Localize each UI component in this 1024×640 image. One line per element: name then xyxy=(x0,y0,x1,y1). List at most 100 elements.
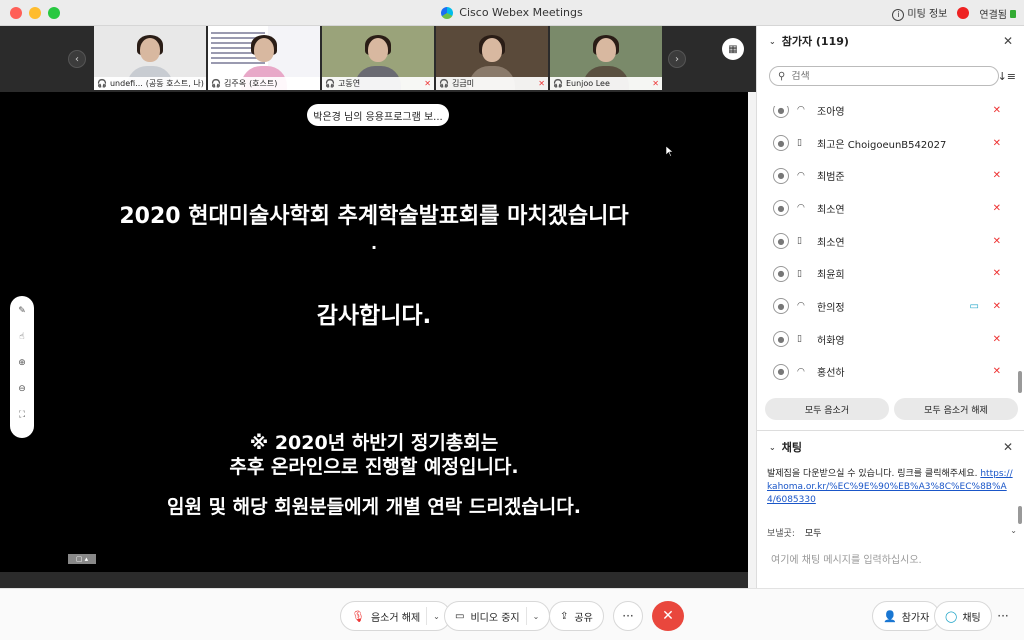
participant-scrollbar[interactable] xyxy=(1018,371,1022,393)
chat-header[interactable]: ⌄ 채팅 ✕ xyxy=(757,432,1024,462)
close-participants-button[interactable]: ✕ xyxy=(1003,34,1013,48)
mic-muted-icon[interactable]: ✕ xyxy=(993,366,1001,377)
video-thumbnail[interactable]: 🎧 고동연 ✕ xyxy=(322,26,434,90)
video-thumbnail[interactable]: 🎧 Eunjoo Lee ✕ xyxy=(550,26,662,90)
info-icon: i xyxy=(892,8,905,21)
chat-input[interactable]: 여기에 채팅 메시지를 입력하십시오. xyxy=(771,551,922,566)
minimize-window-button[interactable] xyxy=(29,6,41,19)
chevron-down-icon: ⌄ xyxy=(1010,526,1017,535)
stage-gutter xyxy=(748,92,756,588)
video-thumbnail-strip: ‹ 🎧undefi...(공동 호스트, 나)✕🎧김주옥(호스트)🎧고동연✕🎧김… xyxy=(0,26,756,92)
participants-button[interactable]: 👤 참가자 xyxy=(872,601,941,631)
mic-muted-icon: ✕ xyxy=(424,79,431,88)
meeting-info-button[interactable]: i 미팅 정보 xyxy=(892,5,947,21)
close-window-button[interactable] xyxy=(10,6,22,19)
stop-video-button[interactable]: ▭ 비디오 중지 ⌄ xyxy=(444,601,551,631)
chevron-down-icon[interactable]: ⌄ xyxy=(426,607,440,625)
participants-header[interactable]: ⌄ 참가자 (119) ✕ xyxy=(757,26,1024,56)
strip-prev-button[interactable]: ‹ xyxy=(68,50,86,68)
avatar-icon: ● xyxy=(773,363,789,380)
fit-screen-icon[interactable]: ⛶ xyxy=(15,408,29,422)
recording-icon[interactable] xyxy=(957,7,970,19)
participant-name: 최윤희 xyxy=(817,270,845,282)
avatar-icon: ● xyxy=(773,200,789,217)
headset-icon: 🎧 xyxy=(553,79,563,88)
collapse-chat-icon[interactable]: ⌄ xyxy=(769,443,776,452)
participant-row[interactable]: ● ▯ 허화영 ✕ xyxy=(757,323,1019,356)
participant-name: 조아영 xyxy=(817,106,845,118)
mic-muted-icon: ✕ xyxy=(652,79,659,88)
zoom-in-icon[interactable]: ⊕ xyxy=(15,356,29,370)
participant-row[interactable]: ● ▯ 최고은 ChoigoeunB542027 ✕ xyxy=(757,127,1019,160)
slide-indicator[interactable]: ▢ ▴ xyxy=(68,554,96,564)
video-thumbnail[interactable]: 🎧undefi...(공동 호스트, 나)✕ xyxy=(94,26,206,90)
thumbnail-label: 🎧 고동연 ✕ xyxy=(322,77,434,90)
person-face xyxy=(596,38,616,62)
mic-muted-icon[interactable]: ✕ xyxy=(993,138,1001,149)
close-chat-button[interactable]: ✕ xyxy=(1003,440,1013,454)
slide-note-1: ※ 2020년 하반기 정기총회는 xyxy=(249,432,499,454)
annotate-pen-icon[interactable]: ✎ xyxy=(15,304,29,318)
mic-muted-icon[interactable]: ✕ xyxy=(993,268,1001,279)
more-right-button[interactable]: ··· xyxy=(988,601,1018,631)
headset-icon: 🎧 xyxy=(97,79,107,88)
pointer-icon[interactable]: ☝ xyxy=(15,330,29,344)
mic-muted-icon: 🎙 xyxy=(351,609,365,623)
window-title: Cisco Webex Meetings xyxy=(0,6,1024,19)
mic-muted-icon[interactable]: ✕ xyxy=(993,301,1001,312)
participant-row[interactable]: ● ◠ 최소연 ✕ xyxy=(757,192,1019,225)
person-face xyxy=(368,38,388,62)
participant-name: 최범준 xyxy=(817,172,845,184)
participant-row[interactable]: ● ◠ 홍선하 ✕ xyxy=(757,356,1019,389)
connection-status[interactable]: 연결됨 xyxy=(979,6,1016,21)
zoom-out-icon[interactable]: ⊖ xyxy=(15,382,29,396)
sort-icon[interactable]: ↓≡ xyxy=(998,70,1016,83)
layout-icon[interactable]: ▦ xyxy=(722,38,744,60)
maximize-window-button[interactable] xyxy=(48,6,60,19)
participant-search[interactable]: ⚲ xyxy=(769,66,999,86)
mute-all-button[interactable]: 모두 음소거 xyxy=(765,398,889,420)
share-button[interactable]: ⇪ 공유 xyxy=(549,601,604,631)
mic-muted-icon[interactable]: ✕ xyxy=(993,334,1001,345)
participant-row[interactable]: ● ◠ 조아영 ✕ xyxy=(757,106,1019,127)
side-panel: ⌄ 참가자 (119) ✕ ⚲ ↓≡ ● ◠ 조아영 ✕ ● ▯ 최고은 Choigoeun… xyxy=(756,26,1024,588)
slide-thanks: 감사합니다. xyxy=(316,303,432,329)
thumbnail-label: 🎧 Eunjoo Lee ✕ xyxy=(550,77,662,90)
phone-icon: ▯ xyxy=(797,334,802,345)
slide-note-3: 임원 및 해당 회원분들에게 개별 연락 드리겠습니다. xyxy=(167,496,581,518)
unmute-button[interactable]: 🎙 음소거 해제 ⌄ xyxy=(340,601,451,631)
mic-muted-icon[interactable]: ✕ xyxy=(993,203,1001,214)
search-input[interactable] xyxy=(791,70,972,82)
chat-message: 발제집을 다운받으실 수 있습니다. 링크를 클릭해주세요. https://k… xyxy=(767,469,1013,505)
participant-row[interactable]: ● ▯ 최소연 ✕ xyxy=(757,225,1019,258)
thumbnail-label: 🎧 김금미 ✕ xyxy=(436,77,548,90)
mic-muted-icon: ✕ xyxy=(538,79,545,88)
more-options-button[interactable]: ··· xyxy=(613,601,643,631)
unmute-all-button[interactable]: 모두 음소거 해제 xyxy=(894,398,1018,420)
phone-icon: ▯ xyxy=(797,268,802,279)
phone-icon: ▯ xyxy=(797,236,802,247)
participant-row[interactable]: ● ◠ 한의정 ▭ ✕ xyxy=(757,290,1019,323)
chevron-down-icon[interactable]: ⌄ xyxy=(525,607,539,625)
video-thumbnail[interactable]: 🎧 김금미 ✕ xyxy=(436,26,548,90)
mouse-cursor-icon xyxy=(666,146,674,157)
chat-scrollbar[interactable] xyxy=(1018,506,1022,524)
mic-muted-icon[interactable]: ✕ xyxy=(993,106,1001,116)
participant-list: ● ◠ 조아영 ✕ ● ▯ 최고은 ChoigoeunB542027 ✕ ● ◠ 최범준 ✕ ● ◠ 최소연… xyxy=(757,106,1019,394)
end-meeting-button[interactable]: ✕ xyxy=(652,601,684,631)
send-to-selector[interactable]: 보낼곳: 모두 ⌄ xyxy=(767,526,1017,539)
chat-button[interactable]: ◯ 채팅 xyxy=(934,601,992,631)
video-thumbnail[interactable]: 🎧 김주옥 (호스트) xyxy=(208,26,320,90)
participant-row[interactable]: ● ▯ 최윤희 ✕ xyxy=(757,257,1019,290)
headset-icon: 🎧 xyxy=(325,79,335,88)
person-face xyxy=(254,38,274,62)
participant-row[interactable]: ● ◠ 최범준 ✕ xyxy=(757,159,1019,192)
sharing-app-tag[interactable]: 박은경 님의 응용프로그램 보... xyxy=(307,104,449,126)
strip-next-button[interactable]: › xyxy=(668,50,686,68)
collapse-icon[interactable]: ⌄ xyxy=(769,37,776,46)
mic-muted-icon[interactable]: ✕ xyxy=(993,170,1001,181)
mic-muted-icon[interactable]: ✕ xyxy=(993,236,1001,247)
person-icon: 👤 xyxy=(883,609,897,623)
headset-icon: ◠ xyxy=(797,203,805,214)
avatar-icon: ● xyxy=(773,135,789,152)
